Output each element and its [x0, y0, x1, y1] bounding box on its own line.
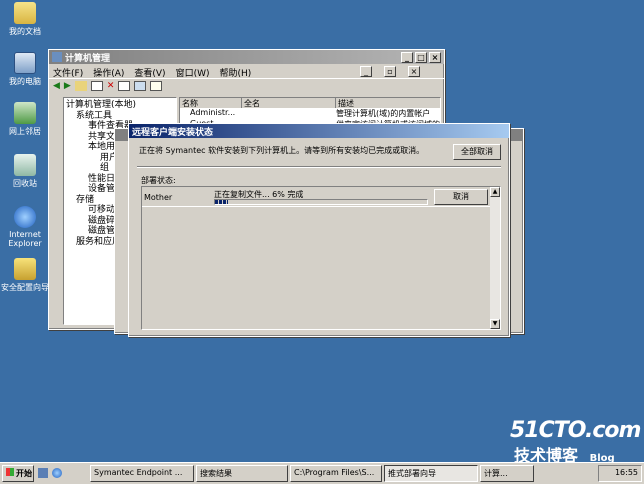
properties-icon[interactable]: [118, 81, 131, 91]
show-tree-icon[interactable]: [90, 81, 103, 91]
desktop-icon-label: 网上邻居: [9, 127, 41, 136]
scroll-down-icon[interactable]: ▼: [490, 319, 500, 329]
wizard-icon: [14, 258, 36, 280]
child-restore-button[interactable]: ▫: [384, 66, 396, 77]
quicklaunch-ie-icon[interactable]: [52, 468, 62, 478]
desktop-icon-documents[interactable]: 我的文档: [2, 2, 48, 37]
mmc-title-bar[interactable]: 计算机管理 _ □ ×: [49, 50, 444, 64]
deploy-status-label: 部署状态:: [141, 176, 176, 185]
menu-view[interactable]: 查看(V): [134, 66, 165, 79]
menu-help[interactable]: 帮助(H): [220, 66, 252, 79]
list-item: Mother 正在复制文件... 6% 完成 取消: [142, 188, 490, 207]
task-search-results[interactable]: 搜索结果: [196, 465, 288, 482]
task-computer-management[interactable]: 计算...: [480, 465, 534, 482]
up-icon[interactable]: [74, 81, 87, 91]
dialog-title: 远程客户端安装状态: [132, 127, 214, 138]
system-tray: 16:55: [598, 465, 642, 482]
desktop-icon-wizard[interactable]: 安全配置向导: [0, 258, 50, 293]
row-name: Administr...: [190, 108, 236, 117]
install-status-dialog: 远程客户端安装状态 正在将 Symantec 软件安装到下列计算机上。请等到所有…: [128, 123, 510, 337]
child-close-button[interactable]: ×: [408, 66, 420, 77]
list-header: 名称 全名 描述: [180, 98, 440, 108]
ie-icon: [14, 206, 36, 228]
mmc-menu-bar: 文件(F) 操作(A) 查看(V) 窗口(W) 帮助(H) _ ▫ ×: [49, 64, 444, 79]
network-icon: [14, 102, 36, 124]
mmc-title: 计算机管理: [65, 53, 111, 64]
forward-icon[interactable]: ▶: [64, 81, 71, 92]
row-cancel-button[interactable]: 取消: [434, 189, 488, 205]
watermark: 51CTO.com 技术博客 Blog: [510, 418, 641, 465]
quicklaunch-desktop-icon[interactable]: [38, 468, 48, 478]
row-description: 管理计算机(域)的内置帐户: [336, 109, 431, 118]
desktop-icon-recycle-bin[interactable]: 回收站: [2, 154, 48, 189]
desktop-icon-ie[interactable]: Internet Explorer: [0, 206, 50, 248]
child-minimize-button[interactable]: _: [360, 66, 372, 77]
mmc-toolbar: ◀ ▶ ✕: [49, 78, 444, 94]
windows-logo-icon: [6, 468, 14, 476]
back-icon[interactable]: ◀: [53, 81, 60, 92]
taskbar: 开始 Symantec Endpoint ... 搜索结果 C:\Program…: [0, 462, 644, 484]
dialog-title-bar[interactable]: 远程客户端安装状态: [129, 124, 509, 138]
minimize-button[interactable]: _: [401, 51, 413, 63]
desktop-icon-label: Internet Explorer: [8, 230, 42, 248]
scroll-up-icon[interactable]: ▲: [490, 187, 500, 197]
menu-action[interactable]: 操作(A): [93, 66, 124, 79]
menu-window[interactable]: 窗口(W): [176, 66, 210, 79]
start-label: 开始: [16, 469, 32, 478]
mmc-app-icon: [52, 52, 62, 62]
desktop-icon-label: 我的文档: [9, 27, 41, 36]
close-button[interactable]: ×: [429, 51, 441, 63]
desktop-icon-label: 我的电脑: [9, 77, 41, 86]
tree-item-root[interactable]: 计算机管理(本地): [66, 100, 174, 111]
dialog-message: 正在将 Symantec 软件安装到下列计算机上。请等到所有安装均已完成或取消。: [139, 146, 425, 155]
watermark-site: 51CTO.com: [510, 418, 641, 443]
task-explorer[interactable]: C:\Program Files\S...: [290, 465, 382, 482]
computer-name: Mother: [144, 193, 173, 202]
column-header-description[interactable]: 描述: [336, 98, 440, 108]
dialog-divider: [137, 166, 501, 168]
desktop-icon-network[interactable]: 网上邻居: [2, 102, 48, 137]
recycle-bin-icon: [14, 154, 36, 176]
column-header-name[interactable]: 名称: [180, 98, 242, 108]
desktop-icon-label: 回收站: [13, 179, 37, 188]
vertical-scrollbar[interactable]: ▲ ▼: [490, 187, 500, 329]
tree-item-system-tools[interactable]: 系统工具: [66, 111, 174, 122]
menu-file[interactable]: 文件(F): [53, 66, 83, 79]
maximize-button[interactable]: □: [415, 51, 427, 63]
task-push-wizard[interactable]: 推式部署向导: [384, 465, 478, 482]
help-icon[interactable]: [150, 81, 163, 91]
task-symantec[interactable]: Symantec Endpoint ...: [90, 465, 194, 482]
column-header-fullname[interactable]: 全名: [242, 98, 336, 108]
install-progress-bar: [214, 199, 428, 205]
install-progress-fill: [215, 200, 228, 204]
documents-icon: [14, 2, 36, 24]
row-fullname: [242, 108, 336, 119]
desktop-icon-label: 安全配置向导: [1, 283, 49, 292]
refresh-icon[interactable]: [134, 81, 147, 91]
cancel-all-button[interactable]: 全部取消: [453, 144, 501, 160]
computer-icon: [14, 52, 36, 74]
deploy-status-list: Mother 正在复制文件... 6% 完成 取消 ▲ ▼: [141, 186, 501, 330]
table-row[interactable]: Administr... 管理计算机(域)的内置帐户: [180, 108, 440, 119]
clock: 16:55: [614, 468, 638, 477]
start-button[interactable]: 开始: [2, 465, 34, 482]
delete-icon[interactable]: ✕: [107, 81, 115, 92]
desktop-icon-computer[interactable]: 我的电脑: [2, 52, 48, 87]
